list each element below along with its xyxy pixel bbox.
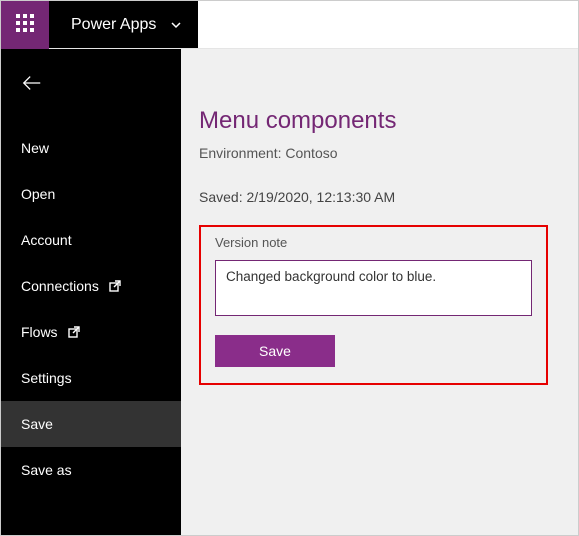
saved-line: Saved: 2/19/2020, 12:13:30 AM bbox=[199, 189, 548, 205]
app-name-label: Power Apps bbox=[71, 16, 156, 34]
back-button[interactable] bbox=[1, 63, 181, 107]
version-note-label: Version note bbox=[215, 235, 532, 250]
body: New Open Account Connections Flows bbox=[1, 49, 578, 535]
main-panel: Menu components Environment: Contoso Sav… bbox=[181, 49, 578, 535]
sidebar-item-account[interactable]: Account bbox=[1, 217, 181, 263]
sidebar-item-label: Connections bbox=[21, 278, 99, 294]
sidebar-item-label: Save as bbox=[21, 462, 72, 478]
sidebar-item-label: Save bbox=[21, 416, 53, 432]
sidebar-item-label: Open bbox=[21, 186, 55, 202]
saved-prefix: Saved: bbox=[199, 189, 246, 205]
sidebar-item-open[interactable]: Open bbox=[1, 171, 181, 217]
chevron-down-icon bbox=[170, 19, 182, 31]
waffle-icon bbox=[16, 14, 34, 37]
sidebar-item-label: New bbox=[21, 140, 49, 156]
app-name-dropdown[interactable]: Power Apps bbox=[49, 1, 198, 48]
environment-line: Environment: Contoso bbox=[199, 145, 548, 161]
top-bar: Power Apps bbox=[1, 1, 578, 49]
app-window: Power Apps New Open Account C bbox=[0, 0, 579, 536]
save-button[interactable]: Save bbox=[215, 335, 335, 367]
top-bar-spacer bbox=[198, 1, 578, 48]
sidebar-item-label: Flows bbox=[21, 324, 58, 340]
app-launcher-button[interactable] bbox=[1, 1, 49, 49]
version-note-input[interactable]: Changed background color to blue. bbox=[215, 260, 532, 316]
sidebar: New Open Account Connections Flows bbox=[1, 49, 181, 535]
environment-name: Contoso bbox=[285, 145, 337, 161]
external-link-icon bbox=[109, 280, 121, 292]
page-title: Menu components bbox=[199, 107, 548, 135]
sidebar-item-new[interactable]: New bbox=[1, 125, 181, 171]
sidebar-item-label: Account bbox=[21, 232, 72, 248]
back-arrow-icon bbox=[21, 72, 43, 99]
saved-timestamp: 2/19/2020, 12:13:30 AM bbox=[246, 189, 395, 205]
external-link-icon bbox=[68, 326, 80, 338]
sidebar-item-save[interactable]: Save bbox=[1, 401, 181, 447]
sidebar-item-settings[interactable]: Settings bbox=[1, 355, 181, 401]
version-note-highlight: Version note Changed background color to… bbox=[199, 225, 548, 385]
sidebar-item-connections[interactable]: Connections bbox=[1, 263, 181, 309]
sidebar-item-save-as[interactable]: Save as bbox=[1, 447, 181, 493]
sidebar-item-label: Settings bbox=[21, 370, 72, 386]
sidebar-item-flows[interactable]: Flows bbox=[1, 309, 181, 355]
environment-prefix: Environment: bbox=[199, 145, 285, 161]
